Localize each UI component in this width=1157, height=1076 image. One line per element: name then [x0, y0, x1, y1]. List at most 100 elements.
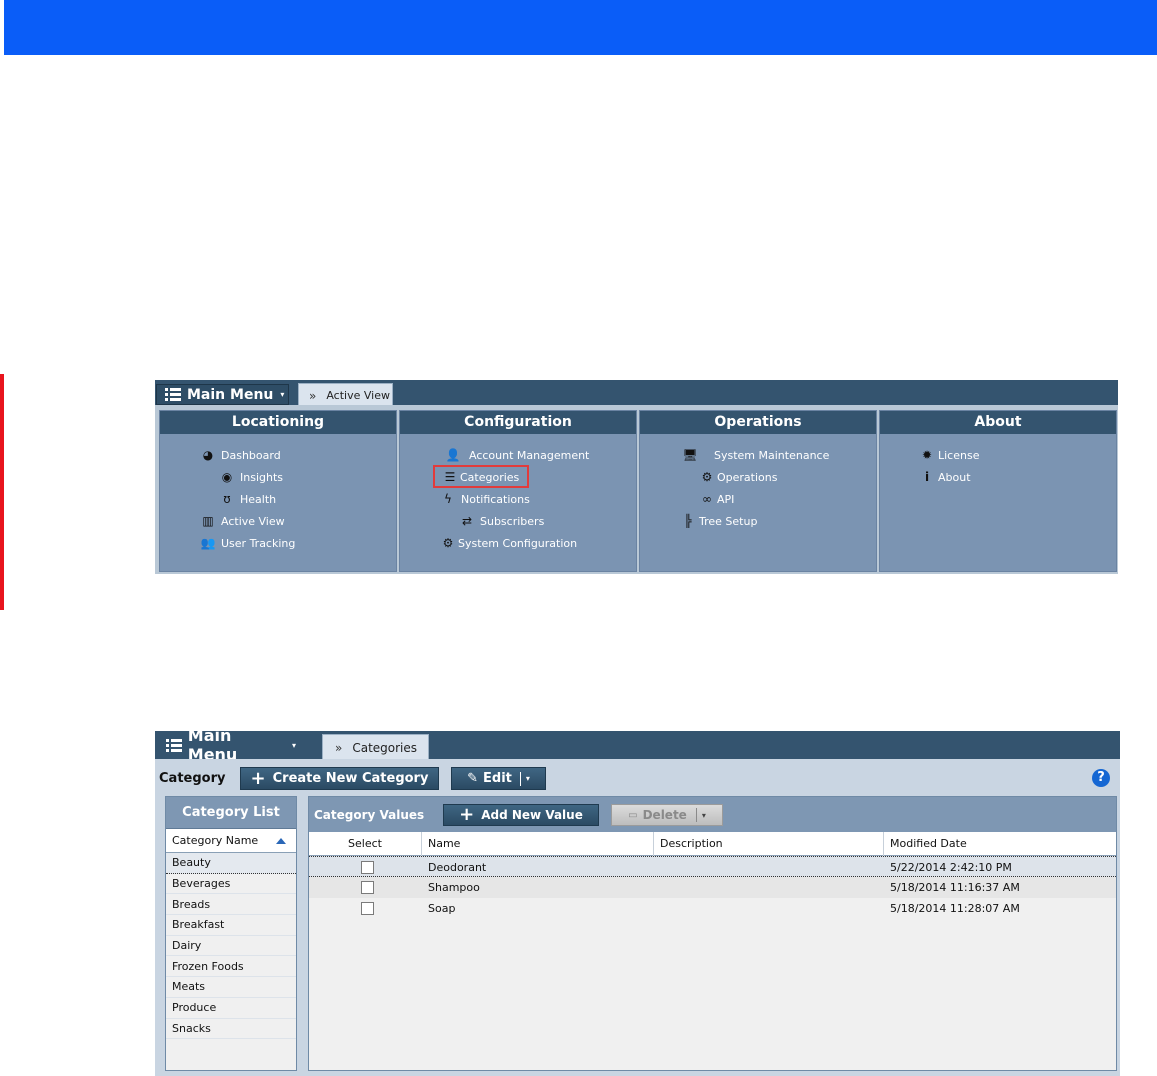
stethoscope-icon: ʊ [223, 492, 231, 506]
category-label: Category [159, 771, 226, 786]
list-item[interactable]: Produce [166, 998, 296, 1019]
list-item[interactable]: Beverages [166, 874, 296, 895]
category-name-column-header[interactable]: Category Name [166, 829, 296, 853]
category-values-header: Category Values + Add New Value ▭ Delete… [309, 797, 1116, 832]
create-new-category-button[interactable]: + Create New Category [240, 767, 439, 790]
tab-categories[interactable]: » Categories [322, 734, 429, 760]
list-item[interactable]: Snacks [166, 1019, 296, 1040]
tab-label: Active View [326, 389, 390, 402]
menu-item-label: System Maintenance [714, 448, 830, 462]
double-chevron-icon: » [309, 388, 317, 403]
column-header-modified-date[interactable]: Modified Date [884, 832, 1116, 856]
menu-list-icon [165, 388, 181, 401]
main-menu-panel: Locationing ◕ Dashboard ◉ Insights ʊ Health… [155, 405, 1118, 574]
category-values-panel: Category Values + Add New Value ▭ Delete… [308, 796, 1117, 1071]
menu-item-user-tracking[interactable]: 👥 User Tracking [200, 536, 296, 550]
chevron-down-icon: ▾ [280, 390, 285, 399]
tab-active-view[interactable]: » Active View [298, 383, 393, 407]
menu-item-api[interactable]: ∞ API [699, 492, 734, 506]
list-item[interactable]: Meats [166, 977, 296, 998]
menu-item-system-maintenance[interactable]: 🖥 System Maintenance [680, 448, 829, 462]
row-select-checkbox[interactable] [361, 881, 374, 894]
menu-column-locationing: Locationing ◕ Dashboard ◉ Insights ʊ Health… [159, 410, 397, 572]
menu-item-active-view[interactable]: ▥ Active View [200, 514, 284, 528]
trash-icon: ▭ [628, 809, 638, 821]
values-grid-header: Select Name Description Modified Date [309, 832, 1116, 856]
column-header-description[interactable]: Description [654, 832, 884, 856]
column-header-name[interactable]: Name [422, 832, 654, 856]
menu-list-icon [166, 738, 182, 752]
tab-label: Categories [352, 740, 418, 755]
menu-column-title: Operations [640, 411, 876, 434]
button-label: Edit [483, 771, 512, 786]
user-lock-icon: 👤 [445, 448, 461, 462]
menu-item-tree-setup[interactable]: ╠ Tree Setup [680, 514, 757, 528]
menu-item-dashboard[interactable]: ◕ Dashboard [200, 448, 281, 462]
row-modified-date: 5/18/2014 11:16:37 AM [890, 881, 1020, 894]
menu-item-label: System Configuration [458, 536, 578, 550]
column-label: Category Name [172, 834, 259, 847]
menu-item-license[interactable]: ✹ License [919, 448, 980, 462]
header-bar-2 [155, 731, 1120, 760]
main-menu-button[interactable]: Main Menu ▾ [157, 726, 297, 764]
table-row[interactable]: Soap 5/18/2014 11:28:07 AM [309, 898, 1116, 919]
category-list-panel: Category List Category Name Beauty Bever… [165, 796, 297, 1071]
plus-icon: + [459, 804, 475, 825]
column-header-select[interactable]: Select [309, 832, 422, 856]
split-divider [519, 771, 521, 786]
add-new-value-button[interactable]: + Add New Value [443, 804, 599, 826]
menu-column-title: About [880, 411, 1116, 434]
list-item[interactable]: Dairy [166, 936, 296, 957]
menu-item-notifications[interactable]: ϟ Notifications [440, 492, 530, 506]
category-values-title: Category Values [314, 808, 425, 822]
list-item[interactable]: Beauty [166, 853, 296, 874]
menu-item-subscribers[interactable]: ⇄ Subscribers [459, 514, 544, 528]
list-item[interactable]: Frozen Foods [166, 956, 296, 978]
sort-ascending-icon [276, 837, 287, 844]
menu-column-title: Locationing [160, 411, 396, 434]
chevron-down-icon: ▾ [291, 740, 296, 750]
row-select-checkbox[interactable] [361, 902, 374, 915]
list-item[interactable]: Breakfast [166, 915, 296, 936]
bar-chart-icon: ▥ [202, 514, 214, 528]
top-banner [4, 0, 1157, 55]
row-name: Deodorant [428, 861, 487, 874]
cogs-icon: ⚙ [701, 470, 713, 484]
monitor-gear-icon: 🖥 [682, 448, 698, 462]
help-icon[interactable]: ? [1092, 769, 1110, 787]
row-name: Shampoo [428, 881, 480, 894]
menu-item-account-management[interactable]: 👤 Account Management [442, 448, 590, 462]
users-icon: 👥 [200, 536, 216, 550]
category-list-title: Category List [166, 797, 296, 829]
menu-item-operations[interactable]: ⚙ Operations [699, 470, 778, 484]
chevron-down-icon[interactable]: ▾ [702, 811, 706, 820]
menu-column-title: Configuration [400, 411, 636, 434]
chevron-down-icon[interactable]: ▾ [526, 774, 530, 783]
menu-item-system-configuration[interactable]: ⚙ System Configuration [440, 536, 578, 550]
menu-item-label: Tree Setup [699, 514, 758, 528]
menu-item-label: API [717, 492, 735, 506]
menu-item-label: Dashboard [221, 448, 281, 462]
menu-item-label: Health [240, 492, 277, 506]
eye-icon: ◉ [221, 470, 233, 484]
row-select-checkbox[interactable] [361, 861, 374, 874]
main-menu-label: Main Menu [187, 386, 274, 403]
menu-item-insights[interactable]: ◉ Insights [219, 470, 283, 484]
menu-column-configuration: Configuration 👤 Account Management ☰ Categ… [399, 410, 637, 572]
sitemap-icon: ╠ [684, 514, 692, 528]
main-menu-button[interactable]: Main Menu ▾ [156, 384, 289, 405]
table-row[interactable]: Shampoo 5/18/2014 11:16:37 AM [309, 877, 1116, 898]
menu-item-health[interactable]: ʊ Health [219, 492, 276, 506]
info-icon: i [924, 470, 930, 484]
list-item[interactable]: Breads [166, 894, 296, 916]
menu-item-label: Notifications [461, 492, 530, 506]
bolt-icon: ϟ [444, 492, 452, 506]
delete-button[interactable]: ▭ Delete ▾ [611, 804, 723, 826]
edit-button[interactable]: ✎ Edit ▾ [451, 767, 546, 790]
menu-item-about[interactable]: i About [919, 470, 971, 484]
split-divider [695, 808, 697, 822]
menu-item-label: Operations [717, 470, 778, 484]
table-row[interactable]: Deodorant 5/22/2014 2:42:10 PM [309, 856, 1116, 877]
button-label: Add New Value [481, 808, 583, 822]
double-chevron-icon: » [335, 740, 343, 755]
